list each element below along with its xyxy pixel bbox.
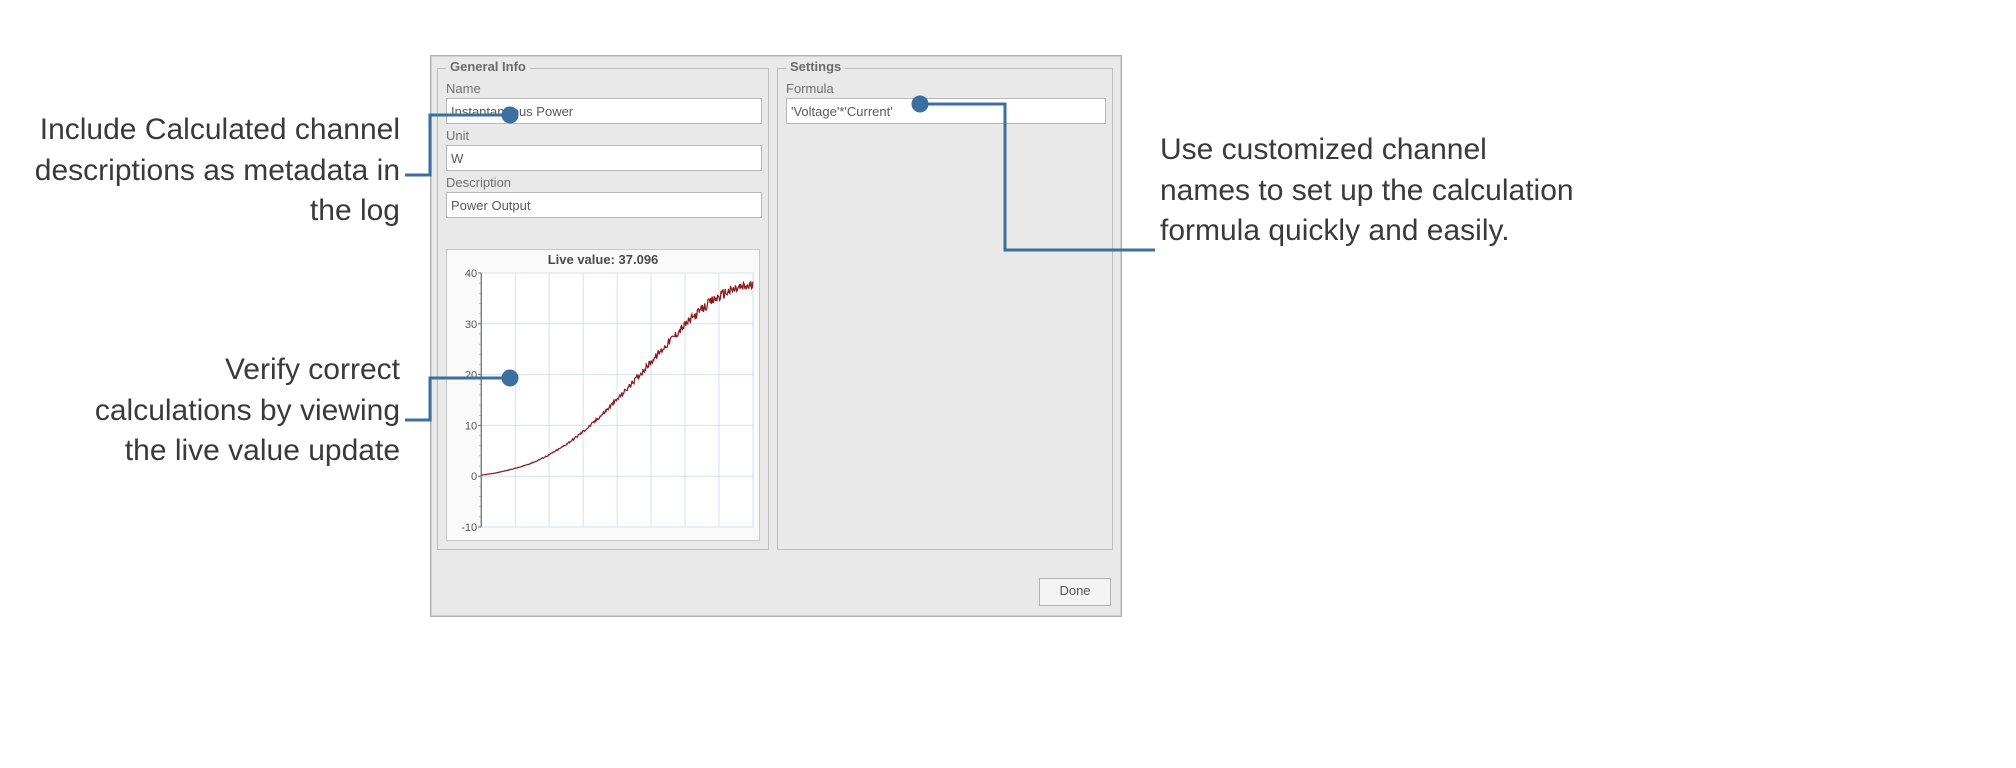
description-label: Description bbox=[446, 175, 760, 190]
svg-text:40: 40 bbox=[465, 268, 477, 280]
dialog-body: General Info Name Unit Description Live … bbox=[437, 62, 1115, 566]
settings-fieldset: Settings Formula bbox=[777, 68, 1113, 550]
callout-live-value: Verify correct calculations by viewing t… bbox=[60, 350, 400, 472]
formula-label: Formula bbox=[786, 81, 1104, 96]
name-label: Name bbox=[446, 81, 760, 96]
callout-formula: Use customized channel names to set up t… bbox=[1160, 130, 1580, 252]
svg-text:0: 0 bbox=[471, 471, 477, 483]
calculated-channel-dialog: General Info Name Unit Description Live … bbox=[430, 55, 1122, 617]
live-value-title: Live value: 37.096 bbox=[447, 250, 759, 267]
formula-input[interactable] bbox=[786, 98, 1106, 124]
svg-text:20: 20 bbox=[465, 370, 477, 382]
svg-text:10: 10 bbox=[465, 420, 477, 432]
done-button[interactable]: Done bbox=[1039, 578, 1111, 606]
live-value-chart: Live value: 37.096 -10 0 10 20 30 40 bbox=[446, 249, 760, 541]
chart-svg: -10 0 10 20 30 40 bbox=[447, 267, 759, 537]
general-info-legend: General Info bbox=[446, 59, 530, 74]
svg-text:-10: -10 bbox=[461, 522, 477, 534]
general-info-fieldset: General Info Name Unit Description Live … bbox=[437, 68, 769, 550]
callout-metadata: Include Calculated channel descriptions … bbox=[0, 110, 400, 232]
unit-input[interactable] bbox=[446, 145, 762, 171]
settings-legend: Settings bbox=[786, 59, 845, 74]
svg-text:30: 30 bbox=[465, 319, 477, 331]
description-input[interactable] bbox=[446, 192, 762, 218]
unit-label: Unit bbox=[446, 128, 760, 143]
name-input[interactable] bbox=[446, 98, 762, 124]
